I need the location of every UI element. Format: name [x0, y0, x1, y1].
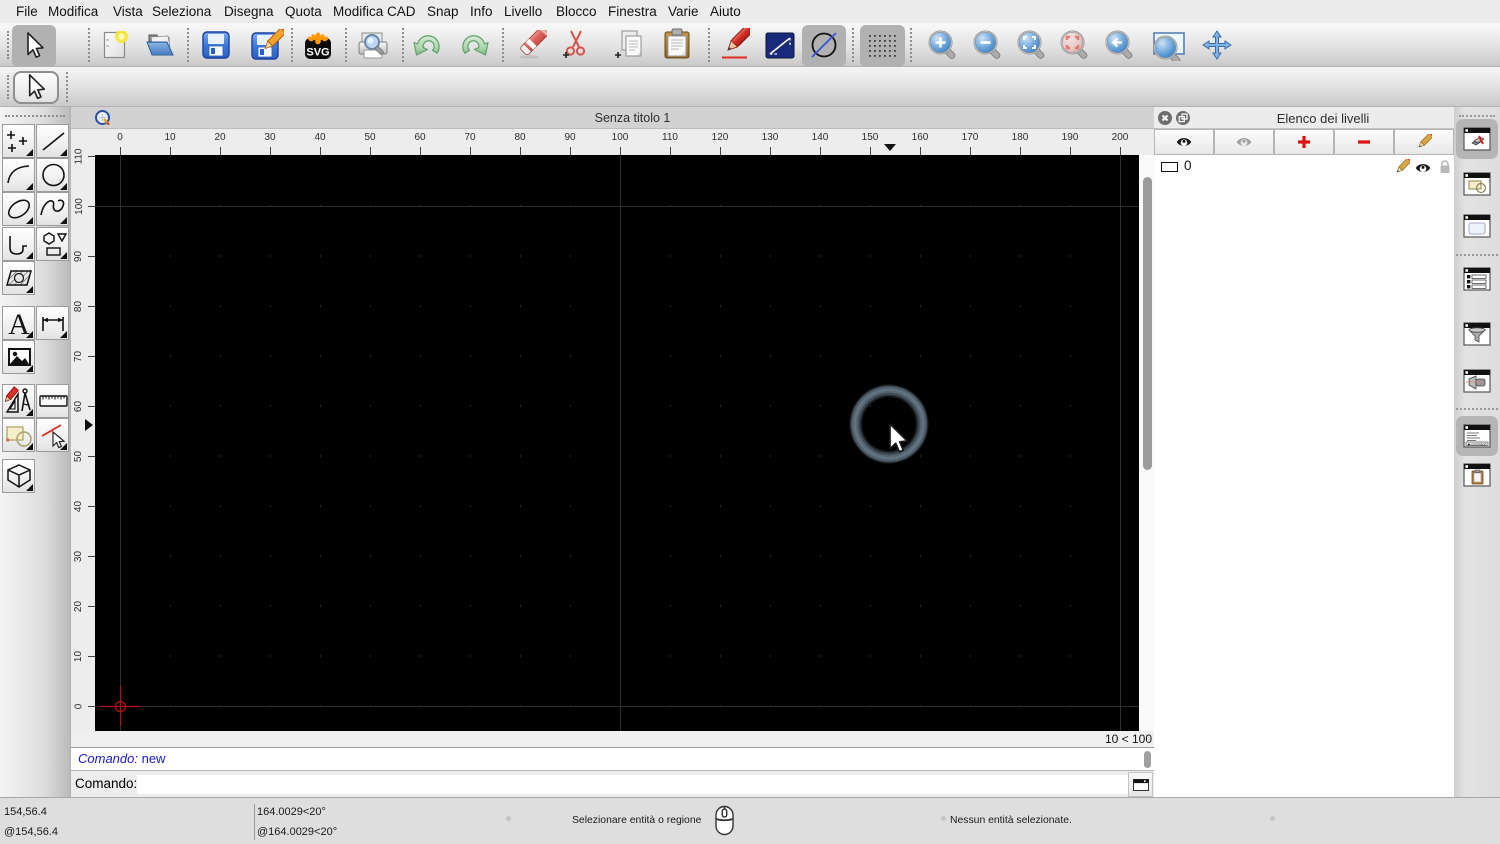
svg-text:▶ command: ▶ command — [1468, 442, 1487, 446]
svg-text:SVG: SVG — [306, 47, 329, 59]
